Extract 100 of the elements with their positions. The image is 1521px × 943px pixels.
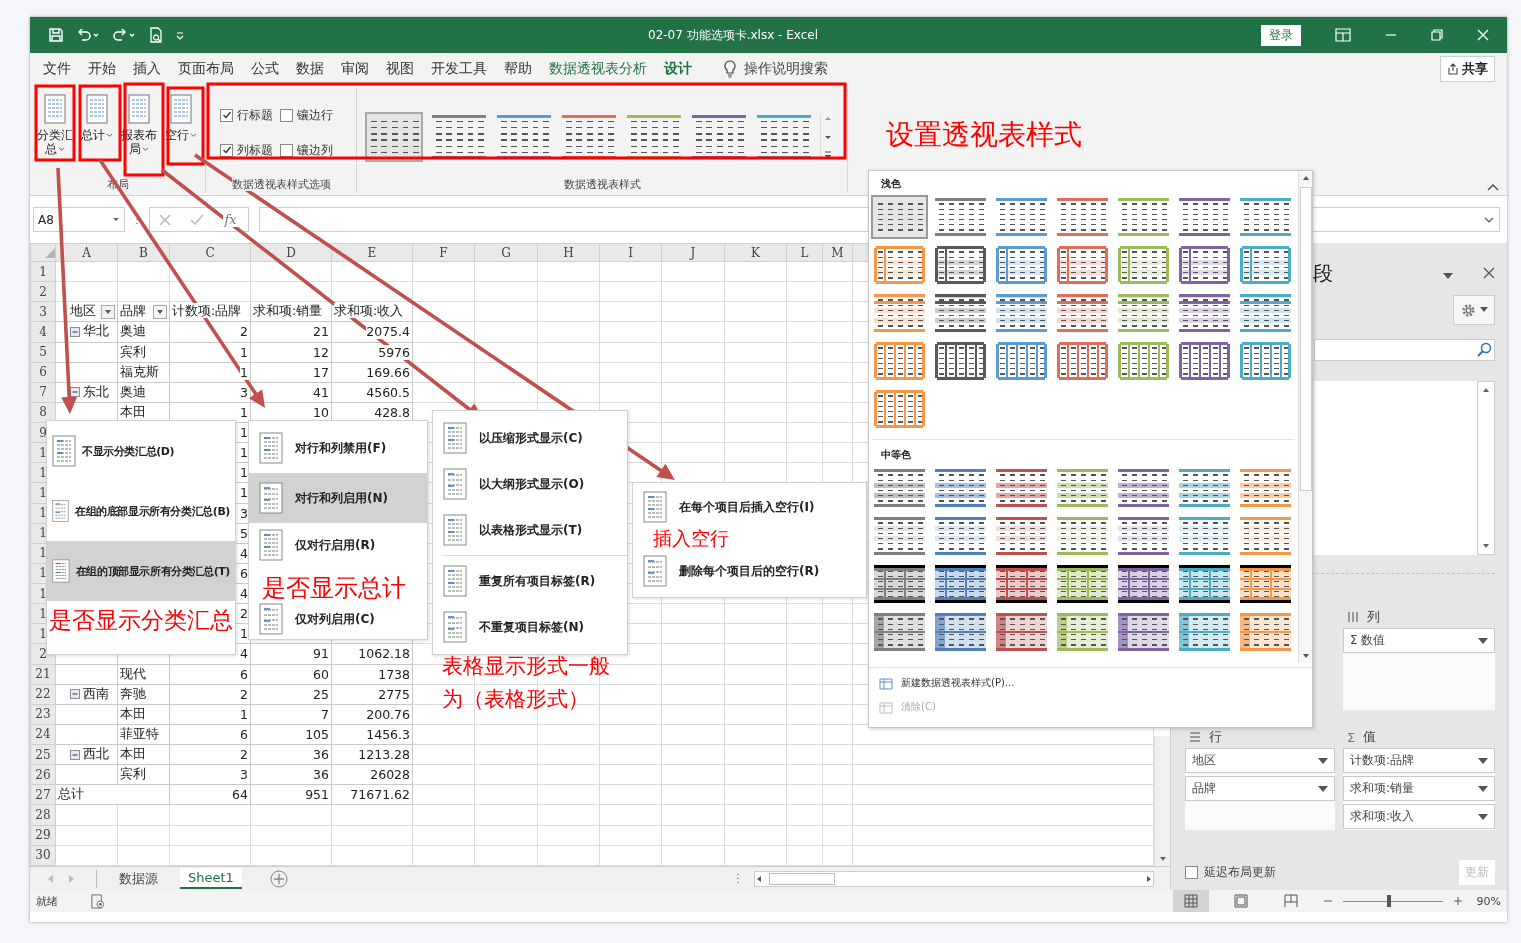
- table-style-thumbnail[interactable]: [932, 195, 989, 239]
- table-style-thumbnail[interactable]: [1115, 610, 1172, 654]
- table-style-thumbnail[interactable]: [993, 610, 1050, 654]
- close-icon[interactable]: [1483, 267, 1495, 279]
- table-style-thumbnail[interactable]: [1176, 466, 1233, 510]
- table-style-thumbnail[interactable]: [993, 291, 1050, 335]
- ribbon-tab[interactable]: 数据透视表分析: [540, 56, 655, 81]
- table-style-thumbnail[interactable]: [932, 291, 989, 335]
- add-sheet-icon[interactable]: [269, 869, 288, 888]
- row-header[interactable]: 25: [30, 744, 56, 765]
- ribbon-tab[interactable]: 视图: [377, 56, 422, 81]
- menu-item[interactable]: 在每个项目后插入空行(I): [633, 489, 866, 525]
- column-header[interactable]: L: [786, 243, 823, 262]
- table-style-thumbnail[interactable]: [993, 466, 1050, 510]
- share-button[interactable]: 共享: [1440, 55, 1495, 82]
- column-header[interactable]: M: [822, 243, 853, 262]
- menu-item[interactable]: 重复所有项目标签(R): [433, 558, 627, 604]
- table-style-thumbnail[interactable]: [1237, 195, 1294, 239]
- table-style-thumbnail[interactable]: [993, 514, 1050, 558]
- table-style-thumbnail[interactable]: [1237, 291, 1294, 335]
- tell-me-search[interactable]: 操作说明搜索: [744, 59, 828, 78]
- defer-update-checkbox[interactable]: 延迟布局更新: [1185, 864, 1276, 881]
- row-header[interactable]: 21: [30, 664, 56, 685]
- field-chip[interactable]: 品牌: [1185, 776, 1335, 801]
- row-header[interactable]: 27: [30, 784, 56, 805]
- menu-item[interactable]: 新建数据透视表样式(P)...: [879, 676, 1312, 690]
- drop-area[interactable]: 地区 品牌: [1185, 748, 1335, 830]
- table-style-thumbnail[interactable]: [1115, 195, 1172, 239]
- style-option-checkbox[interactable]: 镶边列: [280, 141, 350, 159]
- table-style-thumbnail[interactable]: [1054, 562, 1111, 606]
- table-style-thumbnail[interactable]: [1237, 243, 1294, 287]
- zoom-in-icon[interactable]: [1452, 896, 1463, 906]
- insert-function-button[interactable]: fx: [222, 212, 239, 227]
- table-style-thumbnail[interactable]: [1176, 243, 1233, 287]
- column-header[interactable]: K: [724, 243, 787, 262]
- table-style-thumbnail[interactable]: [932, 243, 989, 287]
- table-style-thumbnail[interactable]: [1237, 466, 1294, 510]
- ribbon-tab[interactable]: 文件: [34, 56, 79, 81]
- sheet-tab[interactable]: 数据源: [111, 867, 166, 890]
- field-chip[interactable]: 求和项:收入: [1343, 804, 1495, 829]
- ribbon-tab[interactable]: 开发工具: [422, 56, 495, 81]
- view-button[interactable]: [1172, 890, 1209, 912]
- table-style-thumbnail[interactable]: [871, 243, 928, 287]
- table-style-thumbnail[interactable]: [365, 111, 423, 162]
- ribbon-tab[interactable]: 公式: [242, 56, 287, 81]
- table-style-thumbnail[interactable]: [932, 514, 989, 558]
- collapse-ribbon-icon[interactable]: [1487, 183, 1499, 191]
- row-header[interactable]: 3: [30, 301, 56, 322]
- menu-item[interactable]: 对行和列禁用(F): [249, 423, 427, 473]
- table-style-thumbnail[interactable]: [871, 514, 928, 558]
- table-style-thumbnail[interactable]: [1237, 514, 1294, 558]
- column-header[interactable]: I: [599, 243, 662, 262]
- table-style-thumbnail[interactable]: [1115, 243, 1172, 287]
- table-style-thumbnail[interactable]: [871, 387, 928, 431]
- field-chip[interactable]: 计数项:品牌: [1343, 748, 1495, 773]
- table-style-thumbnail[interactable]: [1054, 514, 1111, 558]
- menu-item[interactable]: 以大纲形式显示(O): [433, 461, 627, 507]
- drop-area[interactable]: Σ 数值: [1343, 628, 1495, 710]
- row-header[interactable]: 23: [30, 704, 56, 725]
- table-style-thumbnail[interactable]: [1054, 243, 1111, 287]
- menu-item[interactable]: 以压缩形式显示(C): [433, 415, 627, 461]
- table-style-thumbnail[interactable]: [993, 339, 1050, 383]
- menu-item[interactable]: 删除每个项目后的空行(R): [633, 553, 866, 589]
- settings-button[interactable]: [1453, 295, 1495, 325]
- ribbon-tab[interactable]: 设计: [655, 56, 700, 81]
- redo-icon[interactable]: [112, 27, 136, 43]
- table-style-thumbnail[interactable]: [1115, 291, 1172, 335]
- field-chip[interactable]: 求和项:销量: [1343, 776, 1495, 801]
- ribbon-tab[interactable]: 开始: [79, 56, 124, 81]
- table-style-thumbnail[interactable]: [1176, 291, 1233, 335]
- style-option-checkbox[interactable]: 镶边行: [280, 106, 350, 124]
- name-box[interactable]: A8: [33, 207, 125, 232]
- customize-icon[interactable]: [176, 30, 184, 40]
- table-style-thumbnail[interactable]: [871, 195, 928, 239]
- field-chip[interactable]: 地区: [1185, 748, 1335, 773]
- table-style-thumbnail[interactable]: [993, 243, 1050, 287]
- menu-item[interactable]: 仅对列启用(C): [249, 601, 427, 637]
- table-style-thumbnail[interactable]: [1176, 339, 1233, 383]
- table-style-thumbnail[interactable]: [1115, 466, 1172, 510]
- style-option-checkbox[interactable]: 行标题: [220, 106, 280, 124]
- sign-in-button[interactable]: 登录: [1261, 24, 1301, 46]
- table-style-thumbnail[interactable]: [1054, 195, 1111, 239]
- collapse-icon[interactable]: [70, 689, 80, 700]
- slider-thumb[interactable]: [1386, 895, 1391, 907]
- table-style-thumbnail[interactable]: [993, 562, 1050, 606]
- column-header[interactable]: F: [412, 243, 475, 262]
- collapse-icon[interactable]: [70, 749, 80, 760]
- restore-icon[interactable]: [1431, 29, 1443, 41]
- drop-area[interactable]: 计数项:品牌 求和项:销量 求和项:收入: [1343, 748, 1495, 830]
- dropdown-icon[interactable]: [1443, 273, 1453, 279]
- column-header[interactable]: J: [661, 243, 725, 262]
- table-style-thumbnail[interactable]: [1237, 339, 1294, 383]
- table-style-thumbnail[interactable]: [871, 562, 928, 606]
- field-chip[interactable]: Σ 数值: [1343, 628, 1495, 653]
- menu-item[interactable]: 仅对行启用(R): [249, 523, 427, 567]
- row-header[interactable]: 4: [30, 321, 56, 342]
- menu-item[interactable]: 对行和列启用(N): [249, 473, 427, 523]
- row-header[interactable]: 29: [30, 825, 56, 846]
- ribbon-tab[interactable]: 审阅: [332, 56, 377, 81]
- scrollbar[interactable]: [753, 870, 1154, 887]
